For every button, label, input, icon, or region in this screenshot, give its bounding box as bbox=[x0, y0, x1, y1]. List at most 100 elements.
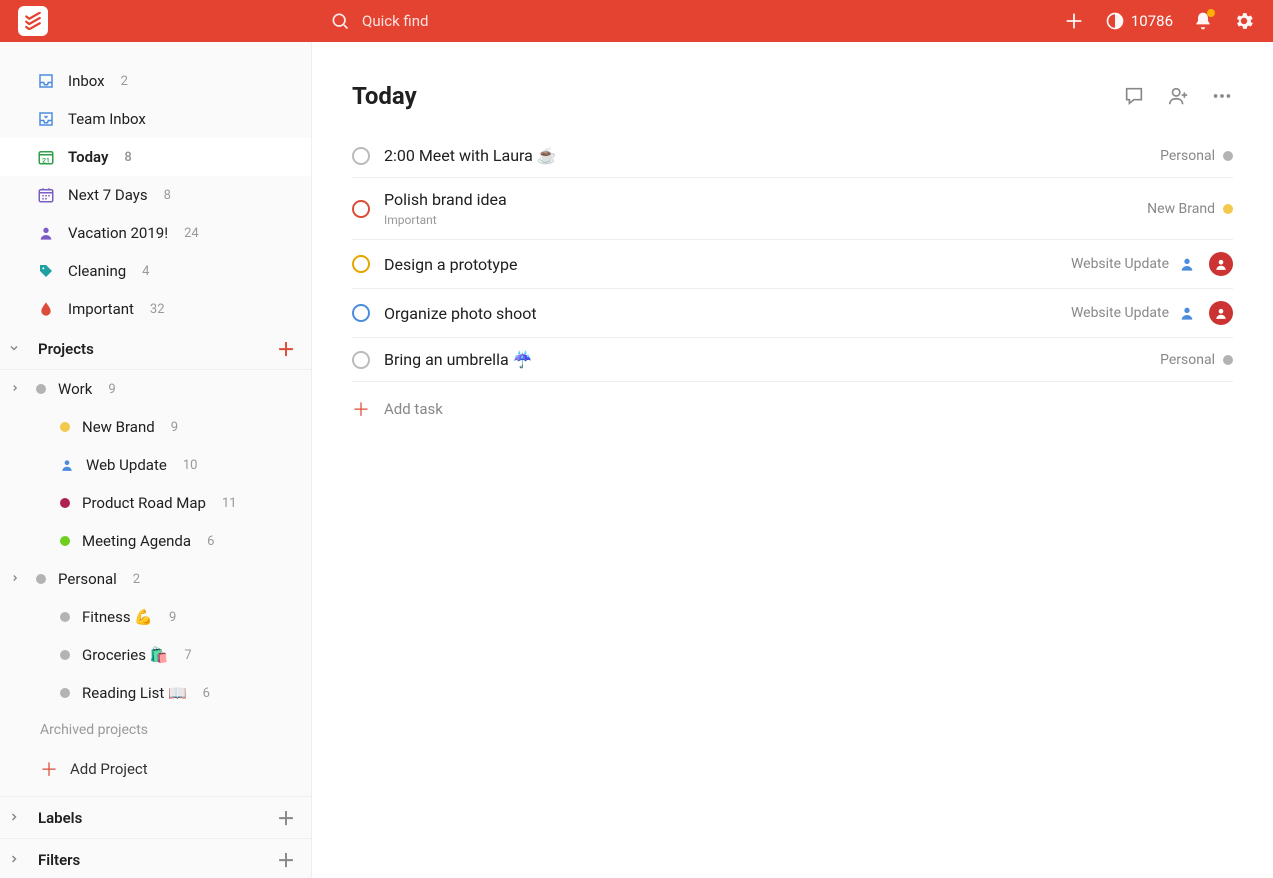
sidebar-item-count: 8 bbox=[164, 188, 171, 203]
add-task-button[interactable]: ＋ Add task bbox=[352, 382, 1233, 436]
project-color-dot bbox=[60, 612, 70, 622]
sidebar-item-inbox[interactable]: Inbox2 bbox=[0, 62, 311, 100]
inbox-icon bbox=[36, 72, 56, 90]
sidebar-item-vacation[interactable]: Vacation 2019!24 bbox=[0, 214, 311, 252]
task-body: Polish brand ideaImportant bbox=[384, 190, 1133, 227]
task-title: Polish brand idea bbox=[384, 190, 1133, 209]
app-body: Inbox2Team Inbox21Today8Next 7 Days8Vaca… bbox=[0, 42, 1273, 878]
main-header: Today bbox=[352, 82, 1233, 110]
task-checkbox[interactable] bbox=[352, 200, 370, 218]
project-item[interactable]: Personal2 bbox=[0, 560, 311, 598]
project-color-dot bbox=[1223, 151, 1233, 161]
add-project-label: Add Project bbox=[70, 760, 148, 778]
gear-icon bbox=[1233, 10, 1255, 32]
project-item[interactable]: Reading List 📖6 bbox=[0, 674, 311, 712]
project-color-dot bbox=[36, 384, 46, 394]
sidebar-item-label: Important bbox=[68, 300, 134, 318]
sidebar-section-filters[interactable]: Filters ＋ bbox=[0, 839, 311, 878]
project-count: 9 bbox=[171, 420, 178, 435]
project-label: Web Update bbox=[86, 456, 167, 474]
app-logo[interactable] bbox=[18, 6, 48, 36]
settings-button[interactable] bbox=[1233, 10, 1255, 32]
project-item[interactable]: Web Update10 bbox=[0, 446, 311, 484]
sidebar-section-projects[interactable]: Projects ＋ bbox=[0, 328, 311, 370]
task-title: Organize photo shoot bbox=[384, 304, 1057, 323]
task-checkbox[interactable] bbox=[352, 304, 370, 322]
project-color-dot bbox=[60, 536, 70, 546]
karma-counter[interactable]: 10786 bbox=[1105, 11, 1173, 31]
task-body: 2:00 Meet with Laura ☕ bbox=[384, 146, 1146, 165]
task-row[interactable]: Organize photo shootWebsite Update bbox=[352, 289, 1233, 338]
person-plus-icon bbox=[1167, 85, 1189, 107]
task-checkbox[interactable] bbox=[352, 351, 370, 369]
sidebar-item-label: Inbox bbox=[68, 72, 105, 90]
task-project-label: Personal bbox=[1160, 352, 1215, 368]
header-left bbox=[18, 6, 330, 36]
karma-icon bbox=[1105, 11, 1125, 31]
sidebar-item-team-inbox[interactable]: Team Inbox bbox=[0, 100, 311, 138]
project-label: Personal bbox=[58, 570, 117, 588]
task-row[interactable]: Bring an umbrella ☔Personal bbox=[352, 338, 1233, 382]
task-list: 2:00 Meet with Laura ☕ Personal Polish bra… bbox=[352, 134, 1233, 382]
chevron-down-icon bbox=[8, 340, 26, 358]
sidebar-section-labels[interactable]: Labels ＋ bbox=[0, 797, 311, 839]
sidebar-item-next7[interactable]: Next 7 Days8 bbox=[0, 176, 311, 214]
task-title: 2:00 Meet with Laura ☕ bbox=[384, 146, 1146, 165]
project-label: New Brand bbox=[82, 418, 155, 436]
plus-icon[interactable]: ＋ bbox=[277, 805, 295, 831]
project-count: 9 bbox=[108, 382, 115, 397]
comments-button[interactable] bbox=[1123, 85, 1145, 107]
more-horizontal-icon bbox=[1211, 85, 1233, 107]
sidebar-item-count: 8 bbox=[124, 150, 131, 165]
more-options-button[interactable] bbox=[1211, 85, 1233, 107]
project-color-dot bbox=[60, 498, 70, 508]
person-icon bbox=[1179, 256, 1195, 272]
project-color-dot bbox=[36, 574, 46, 584]
task-row[interactable]: Polish brand ideaImportant New Brand bbox=[352, 178, 1233, 240]
add-task-quick-button[interactable] bbox=[1063, 10, 1085, 32]
sidebar-item-today[interactable]: 21 Today 8 bbox=[0, 138, 311, 176]
task-meta: Personal bbox=[1160, 148, 1233, 164]
chevron-right-icon[interactable] bbox=[10, 572, 20, 586]
task-row[interactable]: Design a prototypeWebsite Update bbox=[352, 240, 1233, 289]
chevron-right-icon[interactable] bbox=[10, 382, 20, 396]
sidebar-item-cleaning[interactable]: Cleaning4 bbox=[0, 252, 311, 290]
plus-icon[interactable]: ＋ bbox=[277, 336, 295, 362]
team-inbox-icon bbox=[36, 110, 56, 128]
person-icon bbox=[36, 225, 56, 241]
labels-header-label: Labels bbox=[38, 809, 82, 827]
project-label: Fitness 💪 bbox=[82, 608, 153, 626]
task-checkbox[interactable] bbox=[352, 255, 370, 273]
project-item[interactable]: New Brand 9 bbox=[0, 408, 311, 446]
share-button[interactable] bbox=[1167, 85, 1189, 107]
quick-find-input[interactable]: Quick find bbox=[362, 12, 428, 30]
archived-projects-link[interactable]: Archived projects bbox=[0, 712, 311, 748]
task-checkbox[interactable] bbox=[352, 147, 370, 165]
project-item[interactable]: Meeting Agenda6 bbox=[0, 522, 311, 560]
add-project-button[interactable]: ＋ Add Project bbox=[0, 748, 311, 797]
project-item[interactable]: Work9 bbox=[0, 370, 311, 408]
page-title: Today bbox=[352, 82, 1123, 110]
todoist-logo-icon bbox=[24, 12, 42, 30]
project-item[interactable]: Fitness 💪9 bbox=[0, 598, 311, 636]
notification-dot bbox=[1207, 9, 1215, 17]
project-count: 7 bbox=[184, 648, 191, 663]
sidebar-item-important[interactable]: Important32 bbox=[0, 290, 311, 328]
project-item[interactable]: Product Road Map11 bbox=[0, 484, 311, 522]
sidebar: Inbox2Team Inbox21Today8Next 7 Days8Vaca… bbox=[0, 42, 312, 878]
header-right: 10786 bbox=[1063, 10, 1255, 32]
task-row[interactable]: 2:00 Meet with Laura ☕ Personal bbox=[352, 134, 1233, 178]
main-actions bbox=[1123, 85, 1233, 107]
sidebar-item-label: Today bbox=[68, 148, 108, 166]
task-meta: Personal bbox=[1160, 352, 1233, 368]
assignee-avatar bbox=[1209, 301, 1233, 325]
plus-icon[interactable]: ＋ bbox=[277, 847, 295, 873]
today-icon: 21 bbox=[36, 148, 56, 166]
project-color-dot bbox=[1223, 355, 1233, 365]
project-item[interactable]: Groceries 🛍️7 bbox=[0, 636, 311, 674]
notifications-button[interactable] bbox=[1193, 11, 1213, 31]
comment-icon bbox=[1123, 85, 1145, 107]
search-icon[interactable] bbox=[330, 11, 350, 31]
task-project-label: New Brand bbox=[1147, 201, 1215, 217]
next7-icon bbox=[36, 186, 56, 204]
